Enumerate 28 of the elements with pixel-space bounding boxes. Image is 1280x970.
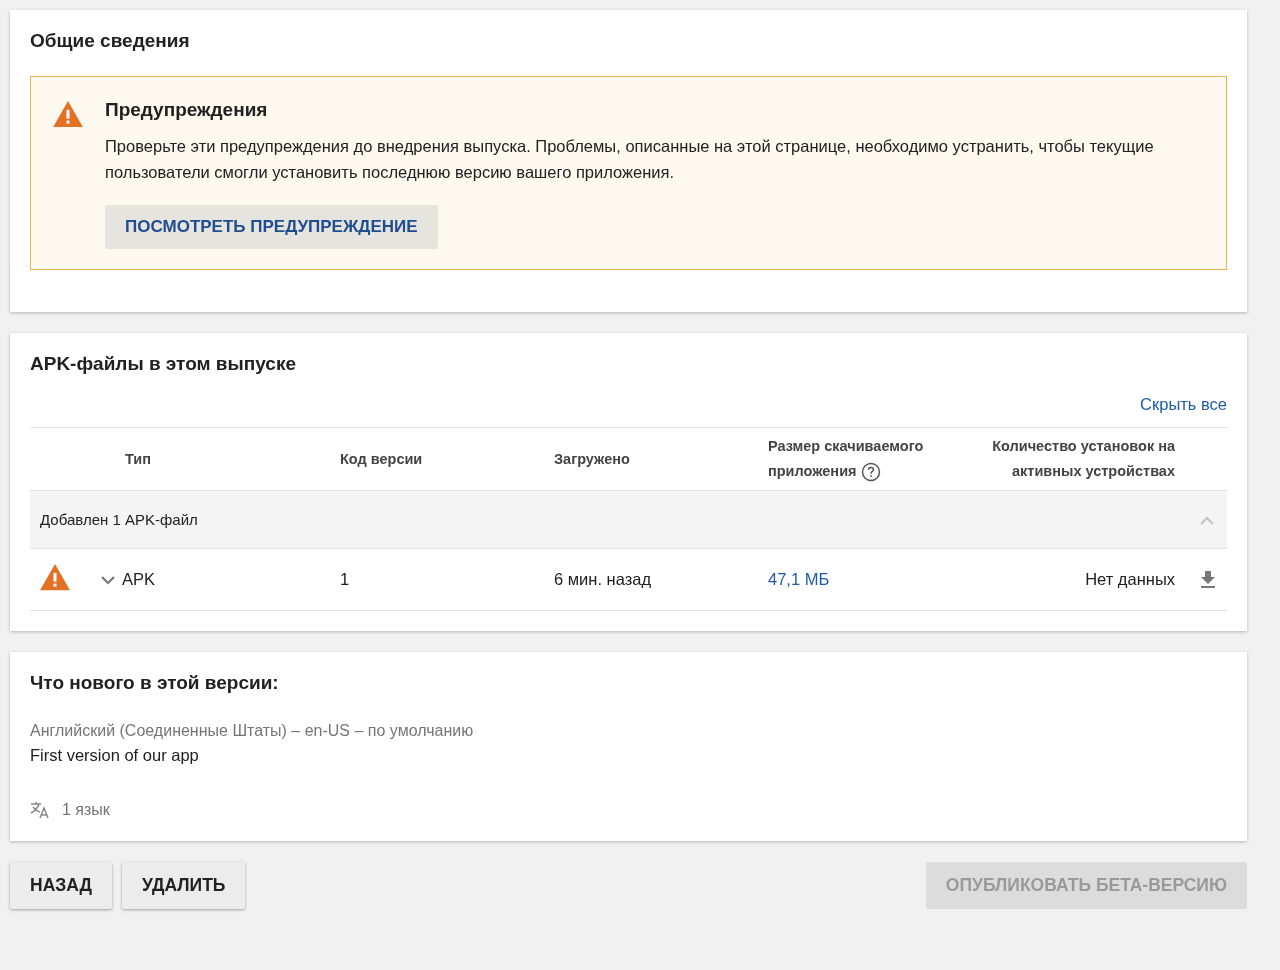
column-header: Тип (125, 449, 151, 469)
warning-icon (53, 101, 83, 128)
translate-icon (30, 801, 50, 819)
section-title: Общие сведения (30, 30, 191, 52)
size-link[interactable]: 47,1 МБ (768, 570, 830, 589)
section-title: Что нового в этой версии: (30, 672, 280, 694)
download-icon[interactable] (1201, 571, 1215, 588)
column-header: Код версии (340, 449, 423, 469)
language-count: 1 язык (62, 801, 110, 819)
view-warning-button[interactable]: ПОСМОТРЕТЬ ПРЕДУПРЕЖДЕНИЕ (105, 205, 438, 249)
table-cell: 1 (340, 570, 350, 589)
column-header: Количество установок на активных устройствах (991, 437, 1175, 481)
help-icon[interactable] (860, 462, 881, 483)
group-label: Добавлен 1 APK-файл (40, 511, 198, 528)
column-header: Загружено (554, 449, 630, 469)
warning-text: Проверьте эти предупреждения до внедрения выпуска. Проблемы, описанные на этой странице, необходимо устранить, чтобы текущие пользователи смогли установить последнюю версию вашего приложения. (105, 136, 1155, 183)
warning-title: Предупреждения (105, 99, 269, 121)
column-header: Размер скачиваемого приложения (768, 434, 948, 484)
table-cell: 6 мин. назад (554, 570, 652, 589)
language-label: Английский (Соединенные Штаты) – en-US – по умолчанию (30, 722, 475, 740)
table-cell: Нет данных (1085, 570, 1175, 589)
section-title: APK-файлы в этом выпуске (30, 353, 297, 375)
hide-all-link[interactable]: Скрыть все (1140, 395, 1227, 414)
release-notes-text: First version of our app (30, 746, 200, 765)
action-button[interactable]: УДАЛИТЬ (122, 862, 246, 909)
chevron-icon[interactable] (100, 574, 116, 585)
table-cell: APK (122, 570, 156, 589)
action-button[interactable]: НАЗАД (10, 862, 112, 909)
